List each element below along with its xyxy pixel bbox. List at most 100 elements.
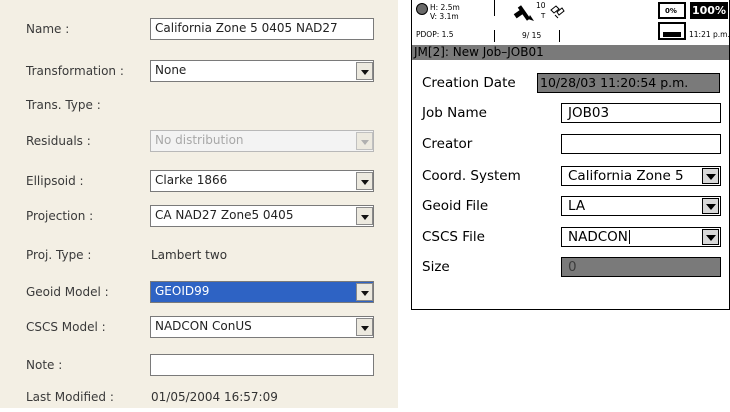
proj-type-label: Proj. Type : [26,248,92,262]
pdop-text: PDOP: 1.5 [416,30,454,39]
battery-main-indicator: 100% [690,2,728,19]
gps-satellite-icon [416,3,428,15]
v-error-text: V: 3.1m [430,12,459,21]
transformation-value: None [155,63,187,77]
job-name-row: Job Name JOB03 [412,100,729,126]
coord-system-select[interactable]: California Zone 5 [561,166,721,186]
last-modified-label: Last Modified : [26,390,114,404]
cscs-file-value: NADCON [568,229,628,245]
cscs-file-select[interactable]: NADCON [561,227,721,247]
projection-row: Projection : CA NAD27 Zone5 0405 [0,201,398,231]
cscs-model-value: NADCON ConUS [155,319,252,333]
satellite-outline-icon [550,5,565,19]
cscs-model-row: CSCS Model : NADCON ConUS [0,312,398,342]
name-input[interactable]: California Zone 5 0405 NAD27 [150,18,374,40]
geoid-model-select[interactable]: GEOID99 [150,281,374,303]
geoid-model-label: Geoid Model : [26,285,109,299]
job-name-label: Job Name [422,105,487,121]
proj-type-row: Proj. Type : Lambert two [0,240,398,270]
residuals-value: No distribution [155,133,244,147]
ellipsoid-select[interactable]: Clarke 1866 [150,170,374,192]
note-row: Note : [0,350,398,380]
cscs-file-label: CSCS File [422,229,485,245]
status-bar: H: 2.5m V: 3.1m PDOP: 1.5 10 T 9/ 15 0% … [412,0,730,45]
job-name-input[interactable]: JOB03 [561,103,721,123]
last-modified-value: 01/05/2004 16:57:09 [151,390,278,404]
trans-type-label: Trans. Type : [26,98,101,112]
h-error-text: H: 2.5m [430,3,460,12]
geoid-file-dropdown-button[interactable] [702,198,719,214]
creation-date-field: 10/28/03 11:20:54 p.m. [537,73,720,93]
cscs-file-row: CSCS File NADCON [412,224,729,250]
ellipsoid-label: Ellipsoid : [26,174,84,188]
coord-system-value: California Zone 5 [568,168,684,184]
transformation-select[interactable]: None [150,60,374,82]
note-label: Note : [26,358,63,372]
size-label: Size [422,259,450,275]
chevron-down-icon [706,174,716,180]
cscs-model-dropdown-button[interactable] [356,318,373,336]
memory-card-icon [658,22,686,40]
proj-type-value: Lambert two [151,248,228,262]
device-screen: H: 2.5m V: 3.1m PDOP: 1.5 10 T 9/ 15 0% … [411,0,730,310]
chevron-down-icon [361,140,369,145]
cscs-model-label: CSCS Model : [26,320,106,334]
residuals-row: Residuals : No distribution [0,126,398,156]
chevron-down-icon [361,326,369,331]
geoid-model-dropdown-button[interactable] [356,283,373,301]
geoid-file-value: LA [568,198,586,214]
projection-dropdown-button[interactable] [356,207,373,225]
name-label: Name : [26,22,70,36]
chevron-down-icon [361,180,369,185]
status-divider [559,30,560,42]
chevron-down-icon [361,291,369,296]
sat-top-text: 10 [536,1,546,10]
battery-small-icon: 0% [658,2,686,19]
transformation-dropdown-button[interactable] [356,62,373,80]
geoid-file-select[interactable]: LA [561,196,721,216]
chevron-down-icon [706,204,716,210]
coord-system-dropdown-button[interactable] [702,168,719,184]
ellipsoid-row: Ellipsoid : Clarke 1866 [0,166,398,196]
chevron-down-icon [706,235,716,241]
projection-select[interactable]: CA NAD27 Zone5 0405 [150,205,374,227]
chevron-down-icon [361,215,369,220]
ellipsoid-dropdown-button[interactable] [356,172,373,190]
creation-date-label: Creation Date [422,75,516,91]
size-field: 0 [561,257,721,277]
geoid-model-value: GEOID99 [155,284,210,298]
cscs-model-select[interactable]: NADCON ConUS [150,316,374,338]
ellipsoid-value: Clarke 1866 [155,173,228,187]
coord-system-label: Coord. System [422,168,521,184]
status-divider [494,0,495,16]
transformation-row: Transformation : None [0,56,398,86]
size-row: Size 0 [412,254,729,280]
projection-label: Projection : [26,209,94,223]
creator-input[interactable] [561,134,721,154]
text-caret [628,230,630,244]
transformation-label: Transformation : [26,64,124,78]
chevron-down-icon [361,70,369,75]
residuals-label: Residuals : [26,134,91,148]
coord-system-row: Coord. System California Zone 5 [412,163,729,189]
clock-text: 11:21 p.m. [689,30,730,39]
battery-small-text: 0% [665,7,677,15]
creation-date-row: Creation Date 10/28/03 11:20:54 p.m. [412,70,729,96]
note-input[interactable] [150,354,374,376]
name-row: Name : California Zone 5 0405 NAD27 [0,14,398,44]
residuals-dropdown-button [356,132,373,150]
creator-row: Creator [412,131,729,157]
geoid-file-label: Geoid File [422,198,489,214]
sat-letter-text: T [541,12,546,20]
sat-count-text: 9/ 15 [522,31,542,40]
trans-type-row: Trans. Type : [0,90,398,120]
creator-label: Creator [422,136,473,152]
satellite-icon [513,5,534,21]
projection-value: CA NAD27 Zone5 0405 [155,208,294,222]
geoid-model-row: Geoid Model : GEOID99 [0,277,398,307]
geoid-file-row: Geoid File LA [412,193,729,219]
coordinate-system-properties-panel: Name : California Zone 5 0405 NAD27 Tran… [0,0,398,408]
window-title: JM[2]: New Job–JOB01 [412,45,729,60]
residuals-select: No distribution [150,130,374,152]
cscs-file-dropdown-button[interactable] [702,229,719,245]
